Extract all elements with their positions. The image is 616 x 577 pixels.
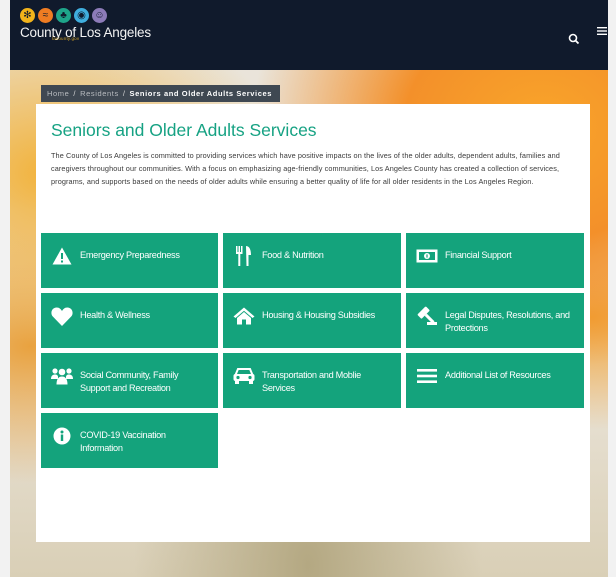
utensils-icon bbox=[233, 246, 255, 266]
intro-paragraph: The County of Los Angeles is committed t… bbox=[51, 151, 560, 186]
sun-seal-icon: ✻ bbox=[20, 8, 35, 23]
tile-label: Social Community, Family Support and Rec… bbox=[80, 370, 179, 393]
menu-button[interactable] bbox=[596, 24, 608, 36]
tile-label: Additional List of Resources bbox=[445, 370, 551, 380]
tile-housing[interactable]: Housing & Housing Subsidies bbox=[223, 293, 401, 348]
tile-food-nutrition[interactable]: Food & Nutrition bbox=[223, 233, 401, 288]
breadcrumb-separator: / bbox=[122, 89, 126, 98]
right-page-border bbox=[608, 0, 616, 577]
users-icon bbox=[51, 367, 73, 385]
home-icon bbox=[233, 307, 255, 325]
warning-icon bbox=[51, 247, 73, 265]
left-page-border bbox=[0, 0, 10, 577]
tile-emergency-preparedness[interactable]: Emergency Preparedness bbox=[41, 233, 218, 288]
breadcrumb-current: Seniors and Older Adults Services bbox=[129, 89, 273, 98]
tile-health-wellness[interactable]: Health & Wellness bbox=[41, 293, 218, 348]
tile-label: Food & Nutrition bbox=[262, 250, 324, 260]
heart-icon bbox=[51, 307, 73, 326]
tile-label: Legal Disputes, Resolutions, and Protect… bbox=[445, 310, 570, 333]
globe-seal-icon: ◉ bbox=[74, 8, 89, 23]
tile-additional-resources[interactable]: Additional List of Resources bbox=[406, 353, 584, 408]
tile-label: COVID-19 Vaccination Information bbox=[80, 430, 166, 453]
breadcrumb-home-link[interactable]: Home bbox=[47, 89, 69, 98]
car-icon bbox=[233, 367, 255, 385]
site-header: ✻ ≈ ♣ ◉ ☺ County of Los Angeles lacounty… bbox=[10, 0, 608, 70]
tile-social-community[interactable]: Social Community, Family Support and Rec… bbox=[41, 353, 218, 408]
logo-url: lacounty.gov bbox=[52, 36, 80, 41]
search-button[interactable] bbox=[568, 32, 580, 45]
tile-financial-support[interactable]: Financial Support bbox=[406, 233, 584, 288]
page-title: Seniors and Older Adults Services bbox=[51, 120, 317, 140]
breadcrumb: Home / Residents / Seniors and Older Adu… bbox=[41, 85, 281, 102]
tile-label: Transportation and Moblie Services bbox=[262, 370, 361, 393]
tile-covid-vaccination[interactable]: COVID-19 Vaccination Information bbox=[41, 413, 218, 468]
money-bill-icon bbox=[416, 247, 438, 265]
list-icon bbox=[416, 367, 438, 385]
gavel-icon bbox=[416, 306, 438, 325]
tree-seal-icon: ♣ bbox=[56, 8, 71, 23]
service-tiles-grid: Emergency Preparedness Food & Nutrition bbox=[41, 233, 585, 468]
search-icon bbox=[568, 33, 580, 45]
info-circle-icon bbox=[51, 427, 73, 445]
breadcrumb-separator: / bbox=[73, 89, 77, 98]
logo-title: County of Los Angeles bbox=[20, 25, 151, 40]
tile-label: Health & Wellness bbox=[80, 310, 150, 320]
county-logo[interactable]: ✻ ≈ ♣ ◉ ☺ County of Los Angeles bbox=[20, 8, 151, 40]
tile-transportation[interactable]: Transportation and Moblie Services bbox=[223, 353, 401, 408]
tile-label: Housing & Housing Subsidies bbox=[262, 310, 375, 320]
logo-seals: ✻ ≈ ♣ ◉ ☺ bbox=[20, 8, 151, 23]
content-card: Seniors and Older Adults Services The Co… bbox=[36, 104, 590, 542]
wave-seal-icon: ≈ bbox=[38, 8, 53, 23]
hamburger-menu-icon bbox=[597, 27, 607, 35]
people-seal-icon: ☺ bbox=[92, 8, 107, 23]
tile-label: Emergency Preparedness bbox=[80, 250, 180, 260]
tile-label: Financial Support bbox=[445, 250, 512, 260]
tile-legal-disputes[interactable]: Legal Disputes, Resolutions, and Protect… bbox=[406, 293, 584, 348]
breadcrumb-residents-link[interactable]: Residents bbox=[80, 89, 119, 98]
